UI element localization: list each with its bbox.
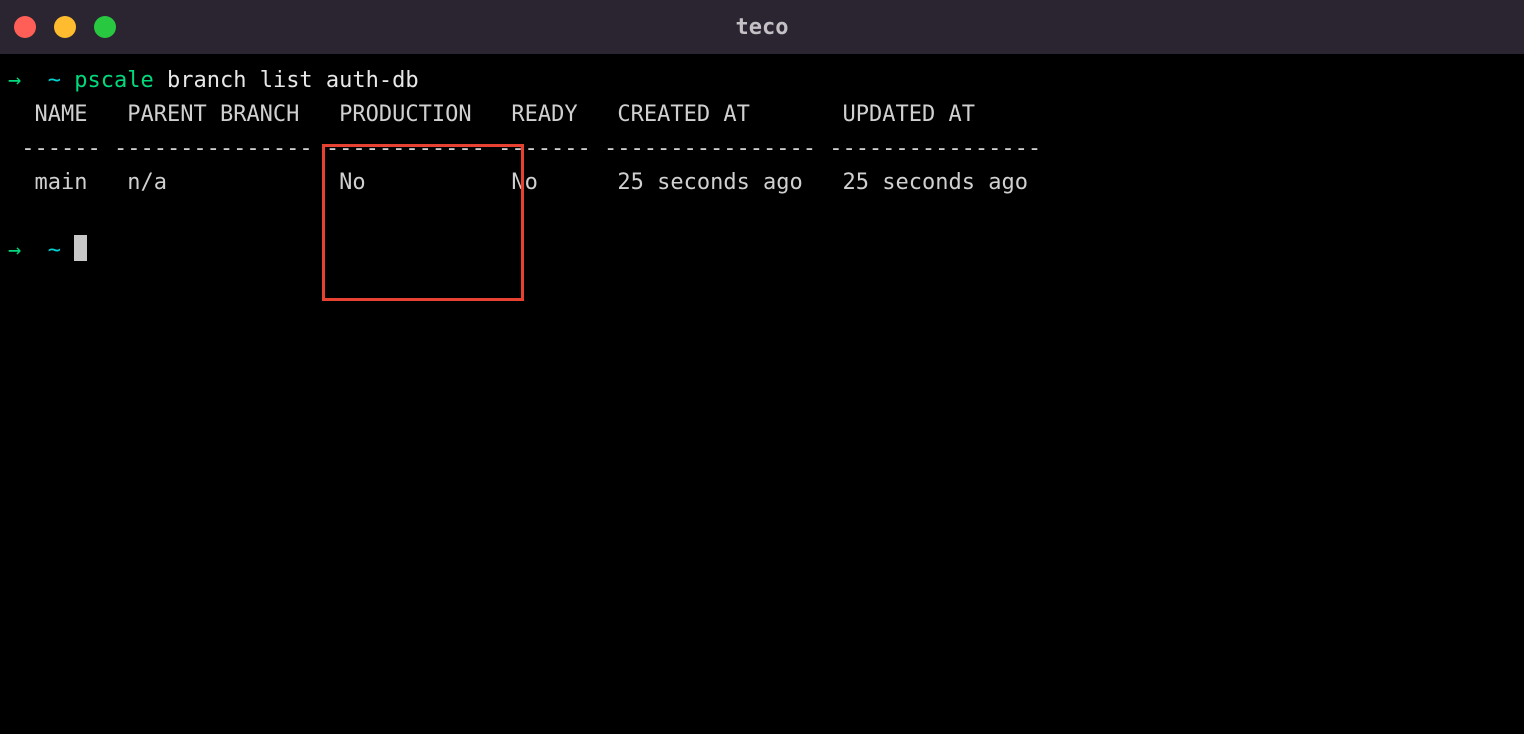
command-name: pscale: [74, 68, 153, 93]
table-header-row: NAME PARENT BRANCH PRODUCTION READY CREA…: [8, 98, 1516, 132]
cell-created-at: 25 seconds ago: [617, 170, 802, 195]
prompt-line: → ~: [8, 234, 1516, 268]
maximize-button[interactable]: [94, 16, 116, 38]
table-separator: ------ --------------- ------------ ----…: [8, 132, 1516, 166]
cursor: [74, 235, 87, 261]
cell-updated-at: 25 seconds ago: [843, 170, 1028, 195]
command-args: branch list auth-db: [167, 68, 419, 93]
traffic-lights: [14, 16, 116, 38]
cell-parent-branch: n/a: [127, 170, 167, 195]
cell-ready: No: [511, 170, 538, 195]
col-ready-header: READY: [511, 102, 577, 127]
col-production-header: PRODUCTION: [339, 102, 471, 127]
col-created-header: CREATED AT: [617, 102, 749, 127]
col-parent-header: PARENT BRANCH: [127, 102, 299, 127]
col-updated-header: UPDATED AT: [843, 102, 975, 127]
terminal-area[interactable]: → ~ pscale branch list auth-db NAME PARE…: [0, 54, 1524, 279]
minimize-button[interactable]: [54, 16, 76, 38]
table-row: main n/a No No 25 seconds ago 25 seconds…: [8, 166, 1516, 200]
prompt-arrow: →: [8, 68, 21, 93]
prompt-arrow: →: [8, 238, 21, 263]
window-title: teco: [736, 15, 789, 40]
window-titlebar: teco: [0, 0, 1524, 54]
blank-line: [8, 200, 1516, 234]
cell-production: No: [339, 170, 366, 195]
col-name-header: NAME: [35, 102, 88, 127]
cell-name: main: [35, 170, 88, 195]
prompt-tilde: ~: [48, 68, 61, 93]
close-button[interactable]: [14, 16, 36, 38]
command-line: → ~ pscale branch list auth-db: [8, 64, 1516, 98]
prompt-tilde: ~: [48, 238, 61, 263]
